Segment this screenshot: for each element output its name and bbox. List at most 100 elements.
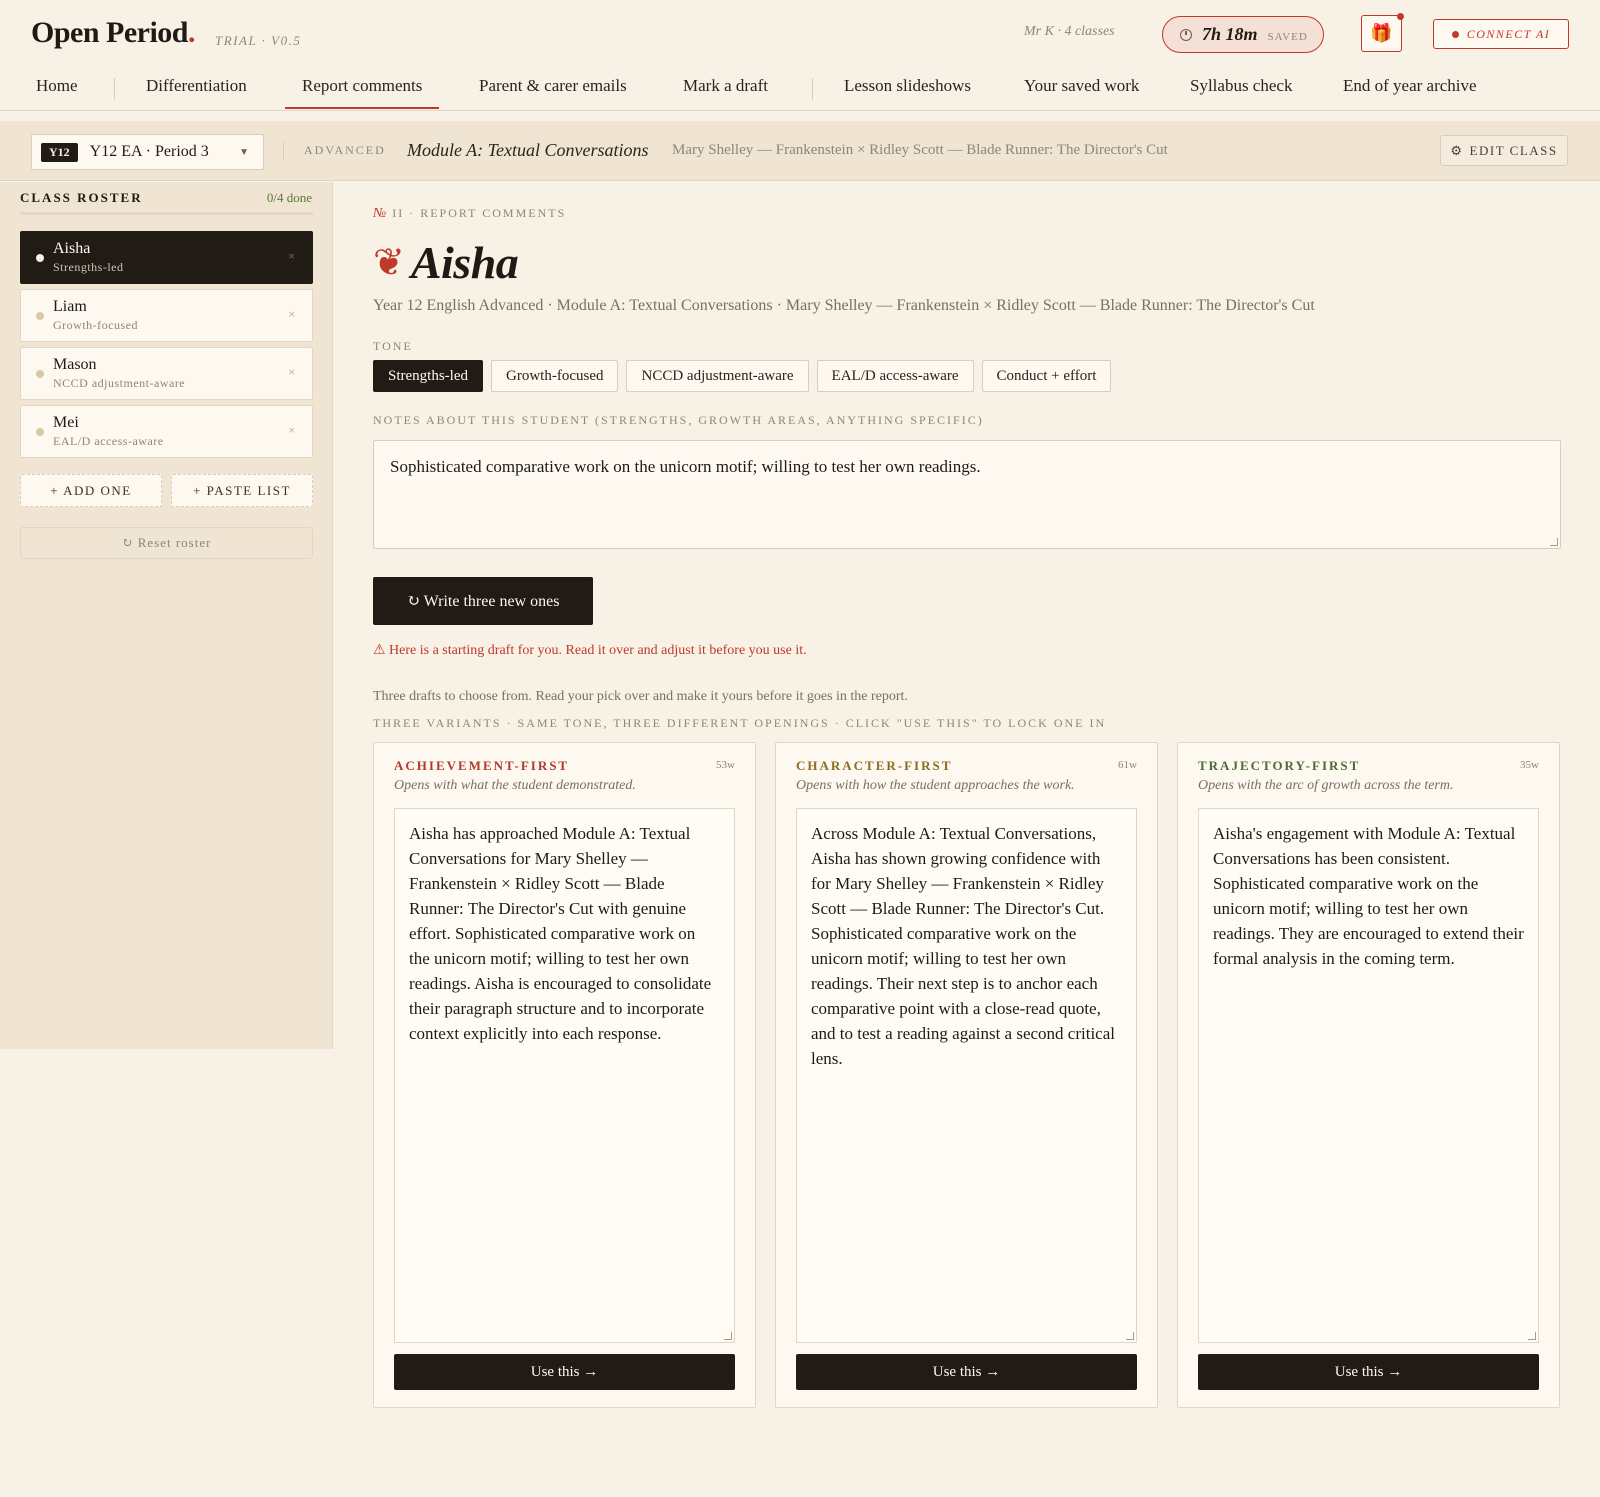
nav-syllabus-check[interactable]: Syllabus check (1190, 76, 1292, 96)
main-nav: Home Differentiation Report comments Par… (0, 66, 1600, 111)
status-dot-icon (36, 254, 44, 262)
nav-lesson-slideshows[interactable]: Lesson slideshows (844, 76, 971, 96)
course-subtitle: Year 12 English Advanced · Module A: Tex… (373, 297, 1315, 314)
write-three-new-button[interactable]: ↻ Write three new ones (373, 577, 593, 625)
draft-text: Aisha has approached Module A: Textual C… (409, 824, 712, 1043)
status-dot-icon (36, 370, 44, 378)
time-saved-value: 7h 18m (1202, 24, 1258, 44)
tone-option-nccd[interactable]: NCCD adjustment-aware (626, 360, 809, 392)
nav-end-of-year-archive[interactable]: End of year archive (1343, 76, 1477, 96)
roster-student-aisha[interactable]: Aisha Strengths-led × (20, 231, 313, 284)
time-saved-label: SAVED (1267, 30, 1308, 43)
draft-warning: ⚠ Here is a starting draft for you. Read… (373, 643, 807, 658)
nav-differentiation[interactable]: Differentiation (146, 76, 247, 96)
app-logo[interactable]: Open Period. (31, 16, 196, 50)
roster-student-liam[interactable]: Liam Growth-focused × (20, 289, 313, 342)
nav-parent-emails[interactable]: Parent & carer emails (479, 76, 627, 96)
gear-icon: ⚙ (1450, 142, 1464, 158)
remove-student-icon[interactable]: × (288, 423, 295, 438)
student-heading: ❦ Aisha (373, 236, 519, 289)
resize-handle-icon[interactable] (1528, 1332, 1536, 1340)
class-selector[interactable]: Y12 Y12 EA · Period 3 ▼ (31, 134, 264, 170)
tone-option-strengths-led[interactable]: Strengths-led (373, 360, 483, 392)
gift-icon: 🎁 (1370, 23, 1393, 43)
draft-card-character-first: CHARACTER-FIRST 61w Opens with how the s… (775, 742, 1158, 1408)
roster-progress-bar (20, 212, 313, 215)
tone-option-eald[interactable]: EAL/D access-aware (816, 360, 974, 392)
remove-student-icon[interactable]: × (288, 365, 295, 380)
draft-description: Opens with the arc of growth across the … (1198, 778, 1454, 793)
use-this-button[interactable]: Use this → (1198, 1354, 1539, 1390)
reset-roster-button[interactable]: ↻ Reset roster (20, 527, 313, 559)
word-count: 61w (1118, 759, 1137, 771)
tone-label: TONE (373, 339, 413, 353)
student-name: Mason (53, 356, 97, 373)
fleuron-icon: ❦ (373, 242, 405, 284)
time-saved-badge[interactable]: 7h 18m SAVED (1162, 16, 1324, 53)
nav-report-comments[interactable]: Report comments (284, 76, 440, 109)
module-texts: Mary Shelley — Frankenstein × Ridley Sco… (672, 142, 1168, 158)
resize-handle-icon[interactable] (724, 1332, 732, 1340)
student-tone: EAL/D access-aware (53, 434, 164, 448)
edit-class-label: EDIT CLASS (1469, 142, 1558, 158)
draft-textarea[interactable]: Aisha has approached Module A: Textual C… (394, 808, 735, 1343)
word-count: 53w (716, 759, 735, 771)
word-count: 35w (1520, 759, 1539, 771)
use-this-button[interactable]: Use this → (796, 1354, 1137, 1390)
paste-list-button[interactable]: + PASTE LIST (171, 474, 313, 507)
class-bar: Y12 Y12 EA · Period 3 ▼ ADVANCED Module … (0, 121, 1600, 181)
status-dot-icon (1451, 30, 1459, 38)
connect-ai-label: CONNECT AI (1466, 26, 1551, 41)
module-title: Module A: Textual Conversations (407, 140, 649, 160)
draft-title: CHARACTER-FIRST (796, 758, 953, 773)
year-badge: Y12 (41, 142, 78, 162)
roster-student-mei[interactable]: Mei EAL/D access-aware × (20, 405, 313, 458)
student-name: Liam (53, 298, 87, 315)
drafts-intro: Three drafts to choose from. Read your p… (373, 689, 908, 704)
page-title: Aisha (410, 237, 519, 288)
tone-option-growth-focused[interactable]: Growth-focused (491, 360, 619, 392)
tone-option-conduct-effort[interactable]: Conduct + effort (981, 360, 1112, 392)
draft-title: ACHIEVEMENT-FIRST (394, 758, 570, 773)
nav-saved-work[interactable]: Your saved work (1024, 76, 1139, 96)
tone-selector: Strengths-led Growth-focused NCCD adjust… (373, 360, 1112, 392)
draft-textarea[interactable]: Across Module A: Textual Conversations, … (796, 808, 1137, 1343)
variants-label: THREE VARIANTS · SAME TONE, THREE DIFFER… (373, 716, 1107, 730)
section-kicker: № II · REPORT COMMENTS (373, 206, 567, 221)
student-name: Mei (53, 414, 79, 431)
remove-student-icon[interactable]: × (288, 307, 295, 322)
use-this-button[interactable]: Use this → (394, 1354, 735, 1390)
divider (283, 141, 284, 161)
student-tone: Strengths-led (53, 260, 124, 274)
draft-textarea[interactable]: Aisha's engagement with Module A: Textua… (1198, 808, 1539, 1343)
roster-progress-count: 0/4 done (266, 190, 312, 205)
connect-ai-button[interactable]: CONNECT AI (1433, 19, 1569, 49)
status-dot-icon (36, 428, 44, 436)
add-student-button[interactable]: + ADD ONE (20, 474, 162, 507)
notes-label: NOTES ABOUT THIS STUDENT (STRENGTHS, GRO… (373, 413, 984, 427)
class-roster-sidebar: CLASS ROSTER 0/4 done Aisha Strengths-le… (0, 182, 333, 1049)
roster-student-mason[interactable]: Mason NCCD adjustment-aware × (20, 347, 313, 400)
top-bar: Open Period. TRIAL · V0.5 Mr K · 4 class… (0, 0, 1600, 66)
notification-dot (1397, 13, 1404, 20)
nav-home[interactable]: Home (36, 76, 78, 96)
student-notes-textarea[interactable]: Sophisticated comparative work on the un… (373, 440, 1561, 549)
remove-student-icon[interactable]: × (288, 249, 295, 264)
version-label: TRIAL · V0.5 (215, 33, 302, 48)
status-dot-icon (36, 312, 44, 320)
resize-handle-icon[interactable] (1550, 538, 1558, 546)
chevron-down-icon: ▼ (239, 146, 249, 158)
edit-class-button[interactable]: ⚙ EDIT CLASS (1440, 135, 1568, 166)
student-tone: Growth-focused (53, 318, 138, 332)
draft-card-trajectory-first: TRAJECTORY-FIRST 35w Opens with the arc … (1177, 742, 1560, 1408)
nav-divider (114, 78, 115, 100)
draft-title: TRAJECTORY-FIRST (1198, 758, 1361, 773)
roster-title: CLASS ROSTER (20, 190, 143, 205)
nav-mark-a-draft[interactable]: Mark a draft (683, 76, 768, 96)
gift-button[interactable]: 🎁 (1361, 13, 1404, 52)
notes-text: Sophisticated comparative work on the un… (390, 457, 981, 476)
teacher-info: Mr K · 4 classes (1024, 24, 1115, 39)
resize-handle-icon[interactable] (1126, 1332, 1134, 1340)
draft-card-achievement-first: ACHIEVEMENT-FIRST 53w Opens with what th… (373, 742, 756, 1408)
course-level: ADVANCED (304, 143, 386, 157)
